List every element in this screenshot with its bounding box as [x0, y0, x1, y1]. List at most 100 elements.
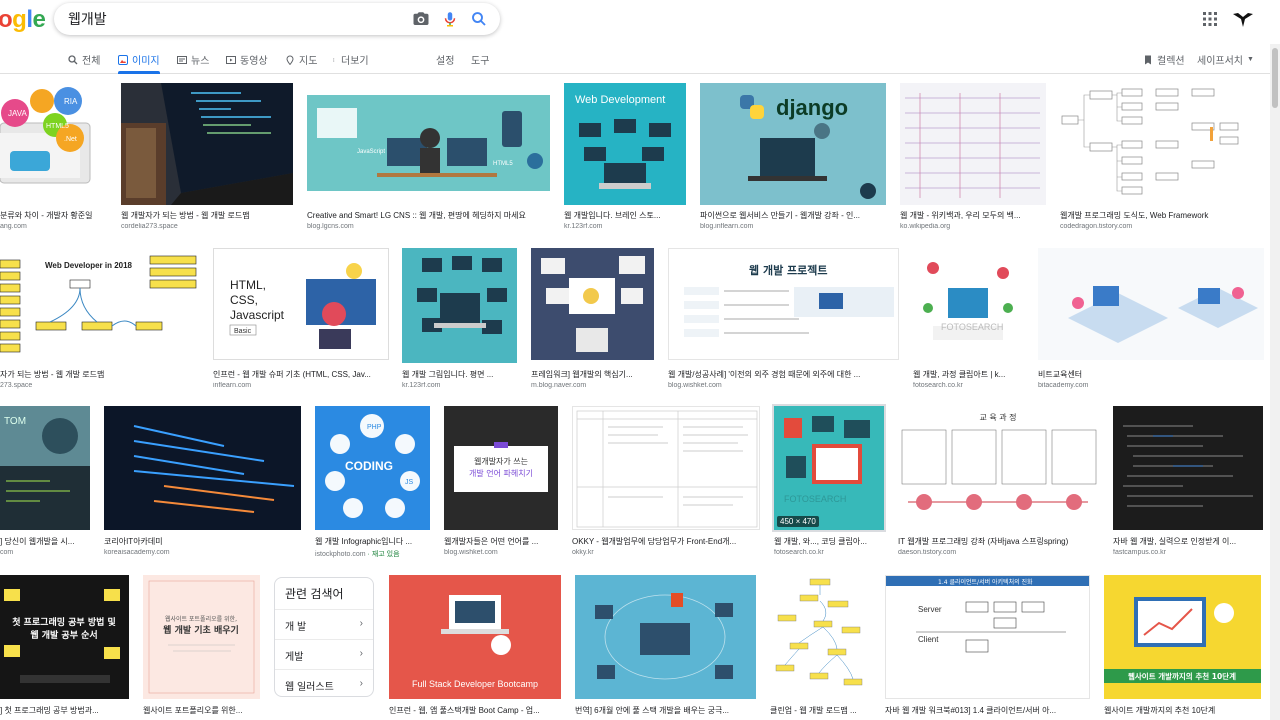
result-thumbnail: Web Developer in 2018	[0, 248, 199, 360]
result-thumbnail: 1.4 클라이언트/서버 아키텍처의 진화 Server Client	[885, 575, 1090, 699]
html-css-js-course-image: HTML, CSS, Javascript Basic	[229, 263, 376, 349]
result-caption: 파이썬으로 웹서비스 만들기 - 웹개발 강좌 - 인...	[700, 211, 861, 220]
result-thumbnail: PHP CODING JS	[315, 406, 430, 530]
image-text-line: 웹 개발 기초 배우기	[163, 624, 239, 636]
result-thumbnail: 웹 개발 프로젝트	[668, 248, 899, 360]
image-text: 교 육 과 정	[979, 412, 1016, 422]
result-thumbnail: Full Stack Developer Bootcamp	[389, 575, 561, 699]
result-caption: 자바 웹 개발, 실력으로 인정받게 이...	[1113, 537, 1237, 546]
chevron-right-icon: ›	[359, 618, 363, 629]
related-searches-title: 관련 검색어	[285, 587, 344, 601]
image-watermark: FOTOSEARCH	[784, 494, 846, 504]
result-caption: ] 당신이 웹개발을 시...	[0, 537, 75, 546]
stock-status: · 재고 있음	[367, 551, 400, 558]
scrollbar-thumb[interactable]	[1272, 48, 1278, 108]
result-thumbnail	[121, 83, 293, 205]
developer-desk-illustration: JavaScript HTML5	[307, 95, 550, 191]
image-dimensions-badge: 450 × 470	[777, 516, 819, 527]
result-thumbnail: FOTOSEARCH 450 × 470	[772, 404, 886, 532]
result-source: blog.lgcns.com	[307, 223, 354, 230]
image-text-line: 웹개발자가 쓰는	[474, 456, 528, 466]
result-thumbnail: JAVA RIA HTML5 .Net	[0, 83, 107, 205]
result-source: ko.wikipedia.org	[900, 223, 951, 230]
result-source: blog.inflearn.com	[700, 223, 754, 230]
curriculum-chart-image: 교 육 과 정	[898, 406, 1098, 530]
result-caption: 웹 개발, 와..., 코딩 클립아...	[774, 537, 867, 546]
result-caption: 분류와 차이 - 개발자 황준일	[0, 211, 93, 220]
chevron-right-icon: ›	[359, 678, 363, 689]
svg-text:JavaScript: JavaScript	[357, 149, 385, 155]
result-caption: 번역] 6개월 안에 풀 스택 개발을 배우는 궁극...	[575, 706, 730, 715]
related-search-label: 개 발	[285, 622, 307, 633]
result-thumbnail	[900, 83, 1046, 205]
result-caption: 웹사이트 개발까지의 추천 10단계	[1104, 706, 1216, 715]
result-caption: 웹 개발입니다. 브레인 스토...	[564, 211, 661, 220]
svg-text:JS: JS	[405, 479, 414, 486]
web-tech-laptop-image: JAVA RIA HTML5 .Net	[0, 87, 91, 184]
framework-illustration	[531, 248, 654, 360]
coding-screen-image: TOM	[0, 406, 90, 530]
programming-study-image: 첫 프로그래밍 공부 방법 및웹 개발 공부 순서	[0, 575, 129, 699]
image-text: Web Developer in 2018	[45, 261, 133, 270]
portfolio-course-image: 웹사이트 포트폴리오를 위한, 웹 개발 기초 배우기	[143, 575, 260, 699]
fullstack-bootcamp-image: Full Stack Developer Bootcamp	[389, 575, 561, 699]
result-source: fotosearch.co.kr	[774, 549, 824, 556]
education-center-illustration	[1038, 248, 1264, 360]
result-thumbnail	[1113, 406, 1263, 530]
svg-text:JAVA: JAVA	[8, 109, 27, 118]
result-source: ang.com	[0, 223, 27, 230]
client-server-slide: 1.4 클라이언트/서버 아키텍처의 진화 Server Client	[886, 576, 1089, 698]
related-search-item[interactable]: 개 발 ›	[275, 609, 373, 639]
image-text: 웹사이트 개발까지의 추천 10단계	[1128, 671, 1236, 681]
result-caption: 프레임워크] 웹개발의 핵심기...	[531, 370, 633, 379]
result-thumbnail: 웹사이트 개발까지의 추천 10단계	[1104, 575, 1261, 699]
image-text-line: 웹 개발 공부 순서	[30, 629, 97, 641]
svg-text:RIA: RIA	[64, 97, 78, 106]
vertical-scrollbar[interactable]	[1270, 44, 1280, 720]
result-thumbnail: 웹사이트 포트폴리오를 위한, 웹 개발 기초 배우기	[143, 575, 260, 699]
dev-language-article-image: 웹개발자가 쓰는 개발 언어 파헤치기	[444, 406, 558, 530]
result-caption: 웹 개발/성공사례] '이전의 외주 경험 때문에 외주에 대한 ...	[668, 370, 861, 379]
web-dev-flat-illustration	[402, 248, 517, 363]
image-text-line: 첫 프로그래밍 공부 방법 및	[12, 616, 116, 628]
related-search-item[interactable]: 게발 ›	[275, 639, 373, 669]
result-caption: 웹개발자들은 어떤 언어를 ...	[444, 537, 539, 546]
result-thumbnail	[1060, 83, 1250, 205]
image-text: Web Development	[575, 94, 665, 106]
result-thumbnail: FOTOSEARCH	[913, 248, 1023, 360]
related-search-label: 게발	[285, 652, 304, 663]
result-caption: 인프런 - 웹 개발 슈퍼 기초 (HTML, CSS, Jav...	[213, 370, 371, 379]
coding-clipart: FOTOSEARCH	[774, 406, 884, 530]
result-thumbnail	[531, 248, 654, 360]
result-source: inflearn.com	[213, 382, 252, 389]
image-text-line: Server	[918, 605, 942, 614]
result-caption: 자바 웹 개발 워크북#013] 1.4 클라이언트/서버 아...	[885, 706, 1057, 715]
result-thumbnail	[402, 248, 517, 363]
web-dev-clipart: FOTOSEARCH	[913, 248, 1023, 360]
web-framework-diagram	[1060, 83, 1250, 205]
python-django-image: django	[700, 83, 886, 205]
result-caption: 웹 개발 - 위키백과, 우리 모두의 백...	[900, 211, 1021, 220]
image-text-line: 웹사이트 포트폴리오를 위한,	[165, 615, 237, 623]
image-badge: Basic	[234, 328, 252, 335]
image-text-line: Javascript	[230, 308, 285, 322]
result-thumbnail	[770, 575, 871, 699]
result-caption: 인프런 - 웹, 앱 풀스택개발 Boot Camp - 업...	[389, 706, 540, 715]
result-source: cordelia273.space	[121, 223, 178, 230]
result-caption: 웹 개발 그림입니다. 평면 ...	[402, 370, 494, 379]
chevron-right-icon: ›	[359, 648, 363, 659]
wiki-diagram-image	[900, 83, 1046, 205]
result-thumbnail: 교 육 과 정	[898, 406, 1098, 530]
code-perspective-image	[104, 406, 301, 530]
coding-infographic-image: PHP CODING JS	[315, 406, 430, 530]
job-description-table-image	[576, 410, 758, 528]
result-caption: 비트교육센터	[1038, 370, 1083, 379]
related-search-item[interactable]: 웹 일러스트 ›	[275, 669, 373, 699]
result-thumbnail	[1038, 248, 1264, 360]
result-thumbnail	[572, 406, 760, 530]
result-thumbnail: TOM	[0, 406, 90, 530]
image-text: HTML, CSS, Javascript	[230, 278, 285, 322]
result-caption: OKKY - 웹개발업무에 담당업무가 Front-End개...	[572, 537, 737, 546]
result-source: blog.wishket.com	[668, 382, 722, 389]
result-caption: ] 첫 프로그래밍 공부 방법과...	[0, 706, 99, 715]
